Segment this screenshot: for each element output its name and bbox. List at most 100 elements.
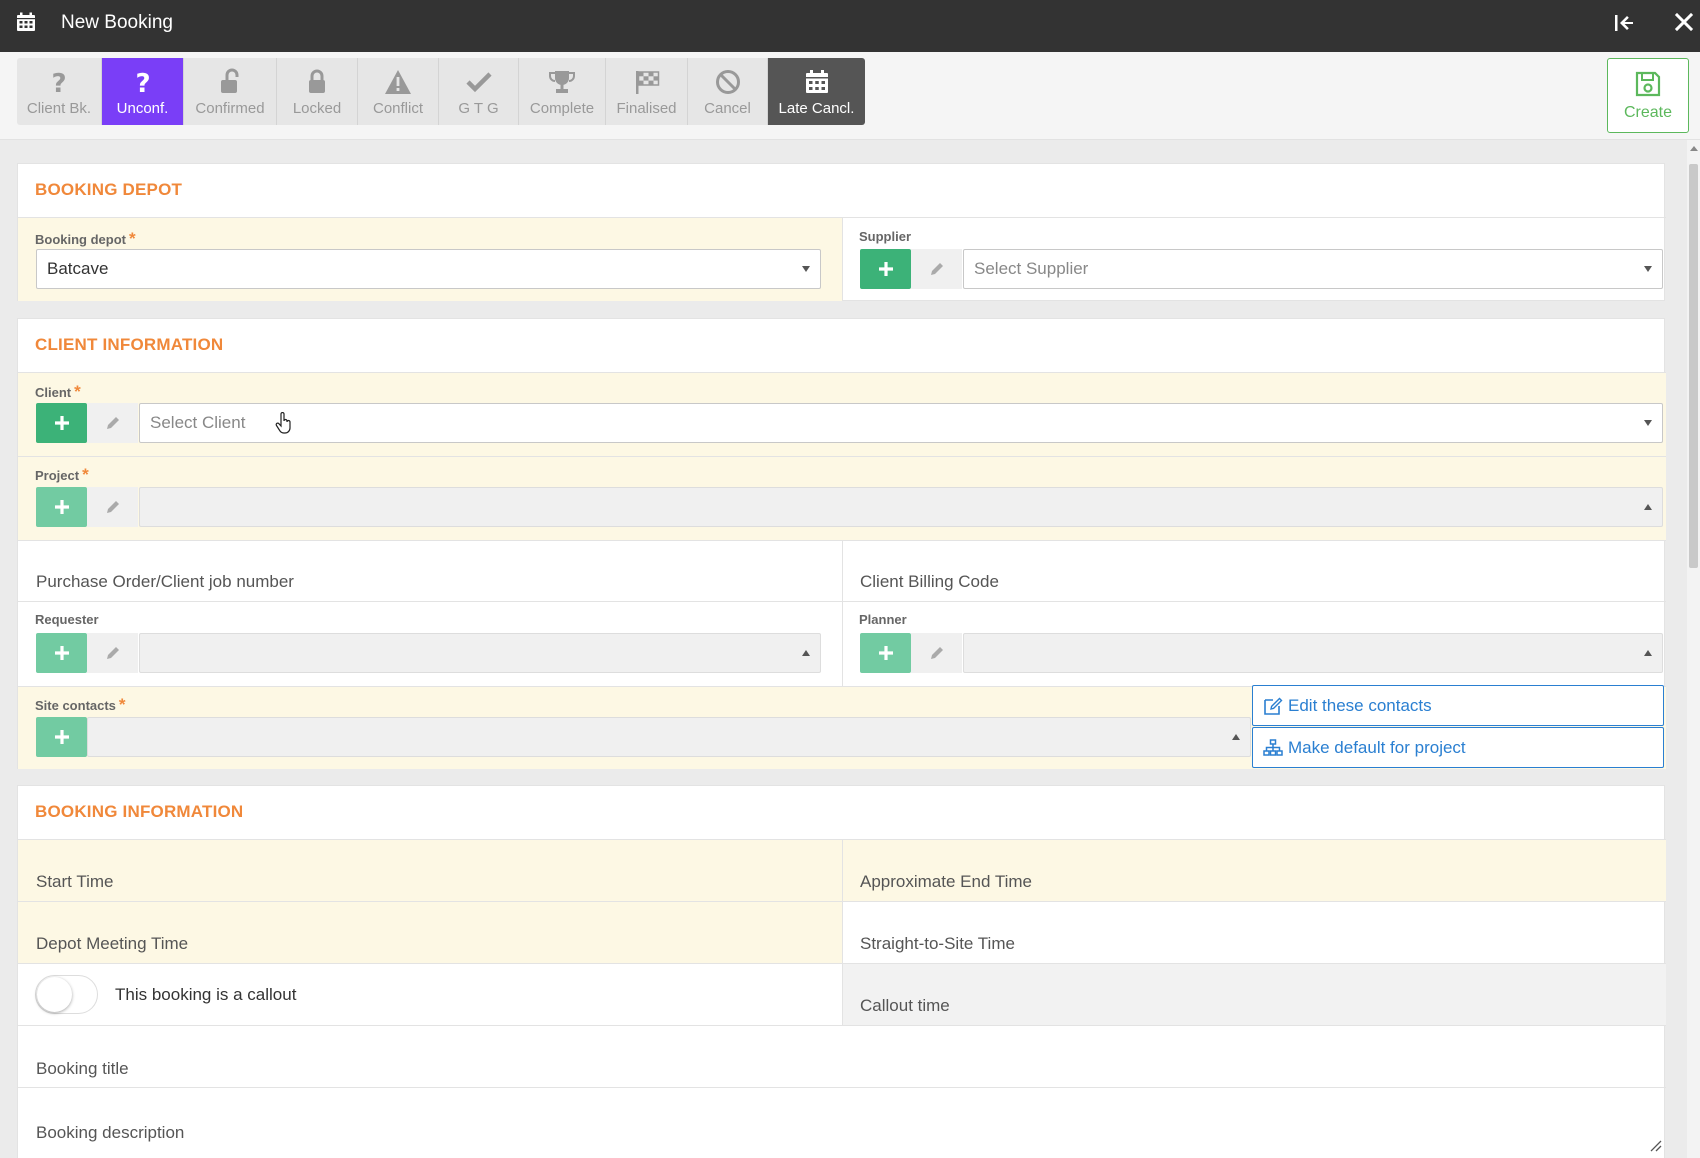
scroll-up-arrow-icon[interactable]	[1690, 146, 1698, 151]
add-client-button[interactable]	[36, 403, 87, 443]
status-confirmed-button[interactable]: Confirmed	[184, 58, 277, 125]
pencil-icon	[930, 647, 943, 659]
booking-depot-select[interactable]: Batcave	[36, 249, 821, 289]
chevron-up-icon	[802, 650, 810, 656]
edit-planner-button[interactable]	[911, 633, 962, 673]
chevron-down-icon	[1644, 420, 1652, 426]
status-label: Confirmed	[195, 100, 265, 117]
divider	[842, 217, 843, 301]
edit-supplier-button[interactable]	[911, 249, 962, 289]
chevron-up-icon	[1232, 734, 1240, 740]
status-client-booking-button[interactable]: ? Client Bk.	[17, 58, 102, 125]
pencil-icon	[106, 501, 119, 513]
start-time-input[interactable]: Start Time	[36, 872, 113, 892]
make-default-button[interactable]: Make default for project	[1252, 727, 1664, 768]
depot-meeting-time-input[interactable]: Depot Meeting Time	[36, 934, 188, 954]
make-default-label: Make default for project	[1288, 737, 1466, 757]
checkered-flag-icon	[635, 71, 659, 94]
add-planner-button[interactable]	[860, 633, 911, 673]
site-contacts-select[interactable]	[87, 717, 1251, 757]
status-label: Finalised	[616, 100, 677, 117]
pencil-icon	[930, 263, 943, 275]
requester-label: Requester	[35, 612, 99, 627]
save-icon	[1635, 71, 1661, 97]
add-site-contact-button[interactable]	[36, 717, 87, 757]
project-select[interactable]	[139, 487, 1663, 527]
calendar-icon	[17, 12, 35, 31]
toggle-knob	[37, 977, 72, 1012]
edit-project-button[interactable]	[87, 487, 138, 527]
straight-to-site-time-input[interactable]: Straight-to-Site Time	[860, 934, 1015, 954]
scrollbar[interactable]	[1687, 140, 1700, 1158]
create-label: Create	[1623, 104, 1673, 121]
status-label: Conflict	[372, 100, 424, 117]
collapse-left-icon[interactable]	[1612, 11, 1636, 35]
create-button[interactable]: Create	[1607, 58, 1689, 133]
callout-time-row	[842, 963, 1666, 1025]
edit-contacts-button[interactable]: Edit these contacts	[1252, 685, 1664, 726]
callout-toggle[interactable]	[35, 975, 98, 1014]
add-supplier-button[interactable]	[860, 249, 911, 289]
po-number-input[interactable]: Purchase Order/Client job number	[36, 572, 294, 592]
status-unconfirmed-button[interactable]: ? Unconf.	[102, 58, 184, 125]
callout-time-input[interactable]: Callout time	[860, 996, 950, 1016]
section-heading: BOOKING DEPOT	[35, 180, 183, 199]
svg-text:?: ?	[135, 69, 150, 96]
client-select[interactable]: Select Client	[139, 403, 1663, 443]
booking-description-input[interactable]: Booking description	[36, 1123, 184, 1143]
scrollbar-thumb[interactable]	[1689, 164, 1698, 568]
edit-icon	[1264, 697, 1283, 715]
divider	[18, 1025, 1666, 1026]
booking-depot-panel: BOOKING DEPOT Booking depot * Batcave Sup…	[17, 163, 1666, 301]
divider	[18, 1087, 1666, 1088]
edit-contacts-label: Edit these contacts	[1288, 695, 1432, 715]
status-complete-button[interactable]: Complete	[519, 58, 606, 125]
status-conflict-button[interactable]: Conflict	[358, 58, 439, 125]
calendar-icon	[805, 70, 828, 93]
supplier-select[interactable]: Select Supplier	[963, 249, 1663, 289]
hand-cursor-icon	[275, 412, 291, 434]
plus-icon	[54, 730, 69, 744]
booking-title-input[interactable]: Booking title	[36, 1059, 129, 1079]
lock-icon	[309, 69, 325, 93]
status-label: Unconf.	[116, 100, 169, 117]
chevron-up-icon	[1644, 650, 1652, 656]
status-finalised-button[interactable]: Finalised	[606, 58, 688, 125]
planner-select[interactable]	[963, 633, 1663, 673]
chevron-down-icon	[1644, 266, 1652, 272]
plus-icon	[878, 646, 893, 660]
supplier-label: Supplier	[859, 229, 912, 244]
section-heading: CLIENT INFORMATION	[35, 335, 224, 354]
divider	[842, 839, 843, 1025]
trophy-icon	[549, 71, 575, 93]
unlock-icon	[221, 68, 239, 93]
planner-label: Planner	[859, 612, 907, 627]
edit-requester-button[interactable]	[87, 633, 138, 673]
status-late-cancel-button[interactable]: Late Cancl.	[768, 58, 865, 125]
close-icon[interactable]	[1672, 10, 1696, 34]
status-cancel-button[interactable]: Cancel	[688, 58, 768, 125]
pencil-icon	[106, 647, 119, 659]
requester-select[interactable]	[139, 633, 821, 673]
booking-information-panel: BOOKING INFORMATION Start Time Approxima…	[17, 785, 1666, 1158]
supplier-placeholder: Select Supplier	[974, 259, 1089, 278]
svg-text:?: ?	[51, 69, 66, 96]
billing-code-input[interactable]: Client Billing Code	[860, 572, 999, 592]
resize-grip-icon[interactable]	[1648, 1138, 1662, 1152]
status-label: Complete	[529, 100, 595, 117]
section-heading: BOOKING INFORMATION	[35, 802, 244, 821]
add-project-button[interactable]	[36, 487, 87, 527]
plus-icon	[54, 646, 69, 660]
status-locked-button[interactable]: Locked	[277, 58, 358, 125]
divider	[18, 601, 1666, 602]
status-gtg-button[interactable]: G T G	[439, 58, 519, 125]
project-label: Project *	[35, 465, 89, 484]
status-label: Cancel	[704, 100, 751, 117]
warning-icon	[385, 70, 411, 94]
status-label: G T G	[458, 100, 499, 117]
end-time-input[interactable]: Approximate End Time	[860, 872, 1032, 892]
status-label: Late Cancl.	[778, 100, 855, 117]
edit-client-button[interactable]	[87, 403, 138, 443]
plus-icon	[878, 262, 893, 276]
add-requester-button[interactable]	[36, 633, 87, 673]
